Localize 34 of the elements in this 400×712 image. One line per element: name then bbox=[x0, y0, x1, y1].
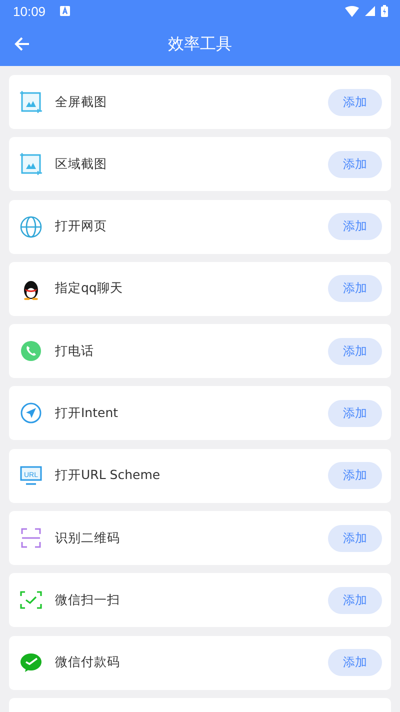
notification-icon bbox=[60, 6, 70, 16]
add-button[interactable]: 添加 bbox=[328, 88, 382, 116]
send-icon bbox=[20, 402, 42, 424]
tool-name: 指定qq聊天 bbox=[55, 280, 124, 298]
page-title: 效率工具 bbox=[168, 34, 232, 54]
add-button[interactable]: 添加 bbox=[328, 462, 382, 490]
add-button[interactable]: 添加 bbox=[328, 150, 382, 178]
add-button[interactable]: 添加 bbox=[328, 586, 382, 614]
wifi-icon bbox=[345, 6, 359, 16]
add-button[interactable]: 添加 bbox=[328, 338, 382, 365]
battery-icon bbox=[381, 5, 388, 17]
tool-name: 识别二维码 bbox=[55, 530, 121, 547]
tool-name: 全屏截图 bbox=[55, 94, 108, 110]
tool-name: 打电话 bbox=[55, 342, 95, 360]
add-button[interactable]: 添加 bbox=[328, 213, 382, 240]
signal-icon bbox=[365, 6, 375, 16]
tool-name: 打开网页 bbox=[55, 218, 108, 236]
add-button[interactable]: 添加 bbox=[328, 524, 382, 552]
status-time: 10:09 bbox=[13, 4, 46, 18]
globe-icon bbox=[20, 216, 42, 238]
image-frame-icon bbox=[20, 153, 42, 176]
add-button[interactable]: 添加 bbox=[328, 275, 382, 302]
chat-check-icon bbox=[20, 652, 42, 673]
image-frame-icon bbox=[20, 91, 42, 113]
tool-name: 区域截图 bbox=[55, 156, 108, 173]
tool-name: 打开URL Scheme bbox=[55, 467, 162, 484]
add-button[interactable]: 添加 bbox=[328, 400, 382, 427]
scan-icon bbox=[21, 528, 41, 548]
add-button[interactable]: 添加 bbox=[328, 649, 382, 676]
phone-icon bbox=[21, 341, 41, 362]
tool-name: 打开Intent bbox=[55, 404, 120, 422]
tool-name: 微信扫一扫 bbox=[55, 592, 121, 609]
tool-name: 微信付款码 bbox=[55, 654, 121, 672]
scan-check-icon bbox=[20, 591, 42, 610]
